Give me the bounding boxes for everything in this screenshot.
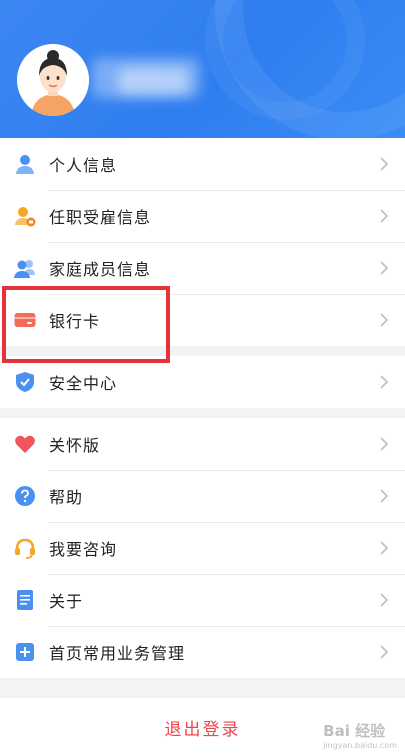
menu-group-misc: 关怀版 帮助 我要咨询 关于 首页常用业务管理 <box>0 418 405 678</box>
bank-card-icon <box>14 309 36 331</box>
menu-item-care-version[interactable]: 关怀版 <box>0 418 405 470</box>
menu-item-label: 家庭成员信息 <box>49 260 152 279</box>
profile-header <box>0 0 405 138</box>
menu-item-label: 我要咨询 <box>49 540 118 559</box>
chevron-right-icon <box>375 485 393 507</box>
chevron-right-icon <box>375 537 393 559</box>
help-icon <box>14 485 36 507</box>
chevron-right-icon <box>375 589 393 611</box>
menu-item-home-services[interactable]: 首页常用业务管理 <box>0 626 405 678</box>
menu-item-label: 首页常用业务管理 <box>49 644 186 663</box>
logout-label: 退出登录 <box>164 719 241 740</box>
person-icon <box>14 153 36 175</box>
plus-square-icon <box>14 641 36 663</box>
menu-item-label: 安全中心 <box>49 374 118 393</box>
chevron-right-icon <box>375 257 393 279</box>
chevron-right-icon <box>375 641 393 663</box>
menu-item-about[interactable]: 关于 <box>0 574 405 626</box>
employment-icon <box>14 205 36 227</box>
chevron-right-icon <box>375 205 393 227</box>
watermark-sub: jingyan.baidu.com <box>323 741 397 750</box>
watermark-text: Bai 经验 <box>323 722 386 740</box>
watermark: Bai 经验 jingyan.baidu.com <box>323 720 397 750</box>
menu-item-label: 个人信息 <box>49 156 118 175</box>
menu-item-personal-info[interactable]: 个人信息 <box>0 138 405 190</box>
family-icon <box>14 257 36 279</box>
menu-group-profile: 个人信息 任职受雇信息 家庭成员信息 银行卡 <box>0 138 405 346</box>
avatar-icon <box>17 44 89 116</box>
user-name-redacted <box>118 68 188 94</box>
menu-item-consult[interactable]: 我要咨询 <box>0 522 405 574</box>
menu-group-security: 安全中心 <box>0 356 405 408</box>
menu-item-bank-card[interactable]: 银行卡 <box>0 294 405 346</box>
menu-item-employment-info[interactable]: 任职受雇信息 <box>0 190 405 242</box>
menu-item-label: 帮助 <box>49 488 84 507</box>
menu-item-help[interactable]: 帮助 <box>0 470 405 522</box>
document-icon <box>14 589 36 611</box>
avatar[interactable] <box>17 44 89 116</box>
chevron-right-icon <box>375 153 393 175</box>
menu-item-security-center[interactable]: 安全中心 <box>0 356 405 408</box>
menu-item-label: 任职受雇信息 <box>49 208 152 227</box>
heart-icon <box>14 433 36 455</box>
chevron-right-icon <box>375 433 393 455</box>
menu-item-label: 银行卡 <box>49 312 101 331</box>
headset-icon <box>14 537 36 559</box>
shield-icon <box>14 371 36 393</box>
menu-item-label: 关于 <box>49 592 84 611</box>
menu-item-family-info[interactable]: 家庭成员信息 <box>0 242 405 294</box>
menu-item-label: 关怀版 <box>49 436 101 455</box>
chevron-right-icon <box>375 309 393 331</box>
chevron-right-icon <box>375 371 393 393</box>
